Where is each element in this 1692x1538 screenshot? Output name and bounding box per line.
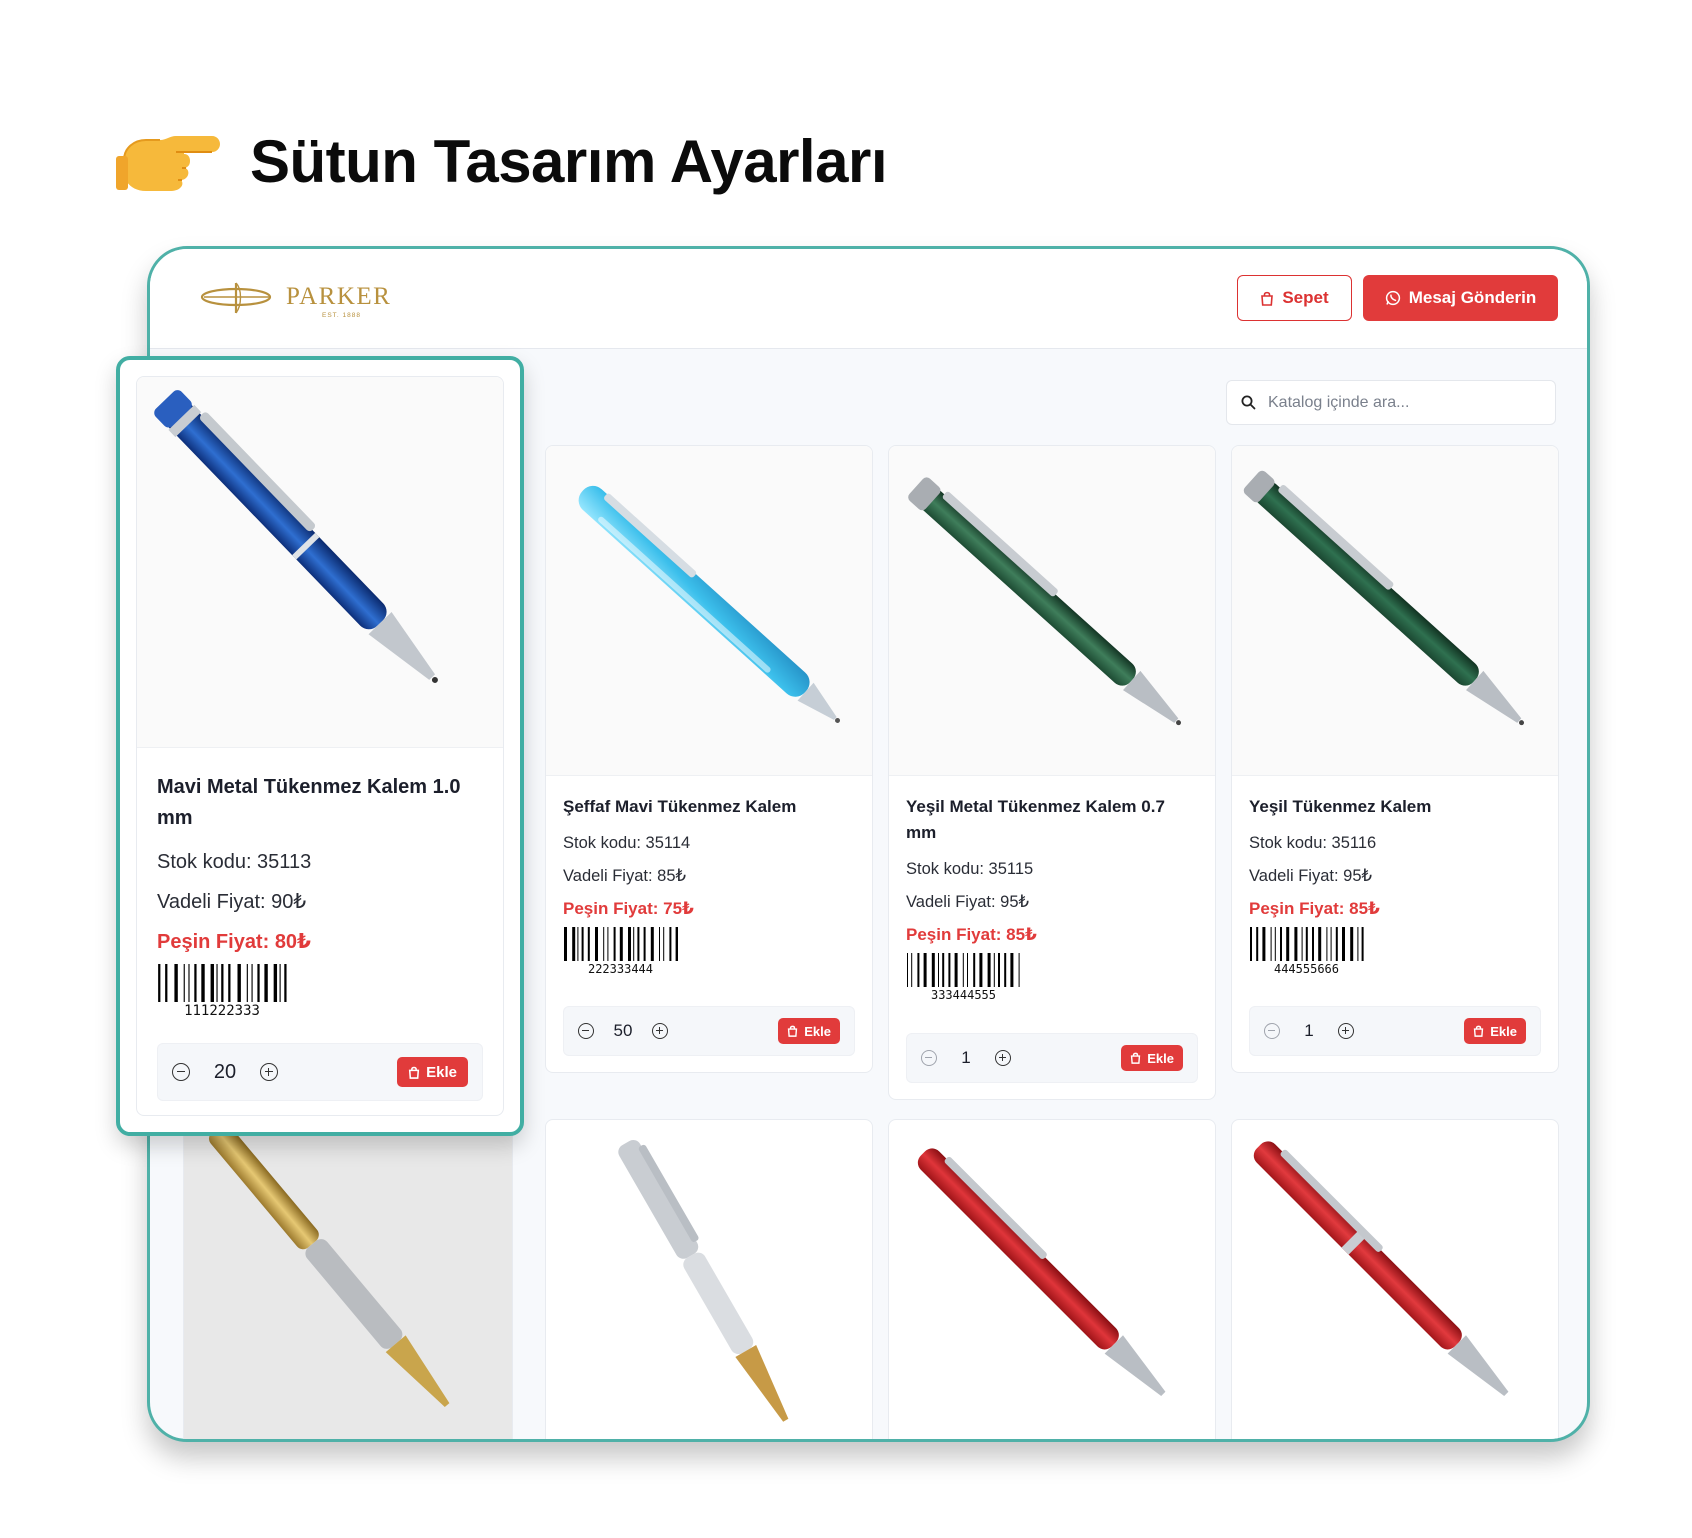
quantity-value[interactable]: 1 (937, 1048, 995, 1068)
add-to-cart-button[interactable]: Ekle (1464, 1018, 1526, 1044)
brand-name: PARKER (286, 283, 391, 310)
stock-code: Stok kodu: 35116 (1249, 834, 1377, 852)
plus-icon[interactable] (260, 1063, 278, 1081)
product-image (1232, 446, 1558, 776)
highlighted-product-card[interactable]: Mavi Metal Tükenmez Kalem 1.0 mm Stok ko… (116, 356, 524, 1136)
deferred-price: Vadeli Fiyat: 90₺ (157, 891, 307, 913)
cash-price: Peşin Fiyat: 80₺ (157, 931, 311, 953)
product-image (889, 446, 1215, 776)
send-message-button[interactable]: Mesaj Gönderin (1363, 275, 1558, 321)
product-image (618, 1140, 789, 1422)
parker-logo: PARKER EST. 1888 (198, 277, 418, 325)
plus-icon[interactable] (652, 1023, 668, 1039)
product-card[interactable]: Yeşil Tükenmez Kalem Stok kodu: 35116 Va… (1231, 445, 1559, 1073)
barcode-number: 444555666 (1273, 962, 1340, 976)
add-label: Ekle (804, 1023, 831, 1039)
quantity-stepper: 1 Ekle (1249, 1006, 1541, 1056)
deferred-price: Vadeli Fiyat: 85₺ (563, 867, 687, 885)
product-name: Yeşil Metal Tükenmez Kalem 0.7 mm (906, 797, 1165, 842)
product-card[interactable]: Yeşil Metal Tükenmez Kalem 0.7 mm Stok k… (888, 445, 1216, 1100)
product-card[interactable]: Şeffaf Mavi Tükenmez Kalem Stok kodu: 35… (545, 445, 873, 1073)
page-title: Sütun Tasarım Ayarları (250, 128, 888, 195)
barcode-number: 111222333 (184, 1003, 260, 1019)
shopping-bag-icon (1131, 1052, 1141, 1064)
deferred-price: Vadeli Fiyat: 95₺ (906, 893, 1030, 911)
pointing-hand-icon (116, 126, 220, 196)
whatsapp-icon (1385, 290, 1400, 306)
minus-icon[interactable] (1264, 1023, 1280, 1039)
quantity-value[interactable]: 20 (190, 1061, 260, 1084)
barcode-number: 222333444 (587, 962, 654, 976)
product-image (917, 1148, 1166, 1397)
product-name: Mavi Metal Tükenmez Kalem 1.0 mm (157, 776, 461, 829)
product-name: Yeşil Tükenmez Kalem (1249, 797, 1432, 816)
cash-price: Peşin Fiyat: 75₺ (563, 899, 694, 918)
quantity-stepper: 1 Ekle (906, 1033, 1198, 1083)
cash-price: Peşin Fiyat: 85₺ (906, 925, 1037, 944)
product-card[interactable] (183, 1119, 513, 1439)
top-bar: PARKER EST. 1888 Sepet Mesaj Gönderin (150, 249, 1587, 349)
product-card[interactable] (1231, 1119, 1559, 1439)
add-to-cart-button[interactable]: Ekle (397, 1057, 468, 1087)
send-message-label: Mesaj Gönderin (1408, 288, 1537, 307)
barcode: 444555666 (1249, 927, 1364, 976)
product-name: Şeffaf Mavi Tükenmez Kalem (563, 797, 797, 816)
stock-code: Stok kodu: 35115 (906, 860, 1034, 878)
stock-code: Stok kodu: 35113 (157, 851, 312, 873)
plus-icon[interactable] (995, 1050, 1011, 1066)
quantity-value[interactable]: 1 (1280, 1021, 1338, 1041)
stock-code: Stok kodu: 35114 (563, 834, 691, 852)
plus-icon[interactable] (1338, 1023, 1354, 1039)
quantity-stepper: 50 Ekle (563, 1006, 855, 1056)
search-input[interactable] (1268, 393, 1528, 412)
product-image (1253, 1141, 1509, 1397)
add-to-cart-button[interactable]: Ekle (778, 1018, 840, 1044)
brand-sub: EST. 1888 (322, 312, 361, 319)
product-image (209, 1124, 450, 1407)
add-label: Ekle (1147, 1050, 1174, 1066)
shopping-bag-icon (1261, 291, 1274, 306)
minus-icon[interactable] (921, 1050, 937, 1066)
minus-icon[interactable] (172, 1063, 190, 1081)
product-card[interactable] (545, 1119, 873, 1439)
add-to-cart-button[interactable]: Ekle (1121, 1045, 1183, 1071)
add-label: Ekle (426, 1063, 457, 1081)
add-label: Ekle (1490, 1023, 1517, 1039)
minus-icon[interactable] (578, 1023, 594, 1039)
barcode: 111222333 (157, 964, 287, 1019)
cash-price: Peşin Fiyat: 85₺ (1249, 899, 1380, 918)
deferred-price: Vadeli Fiyat: 95₺ (1249, 867, 1373, 885)
product-image (546, 446, 872, 776)
cart-label: Sepet (1282, 288, 1329, 307)
product-image (137, 377, 503, 748)
shopping-bag-icon (1474, 1025, 1484, 1037)
barcode: 222333444 (563, 927, 678, 976)
barcode: 333444555 (906, 953, 1021, 1002)
barcode-number: 333444555 (930, 988, 997, 1002)
search-icon (1241, 395, 1256, 410)
shopping-bag-icon (409, 1066, 420, 1079)
quantity-stepper: 20 Ekle (157, 1043, 483, 1101)
quantity-value[interactable]: 50 (594, 1021, 652, 1041)
cart-button[interactable]: Sepet (1237, 275, 1352, 321)
shopping-bag-icon (788, 1025, 798, 1037)
catalog-search[interactable] (1226, 380, 1556, 425)
product-card[interactable] (888, 1119, 1216, 1439)
